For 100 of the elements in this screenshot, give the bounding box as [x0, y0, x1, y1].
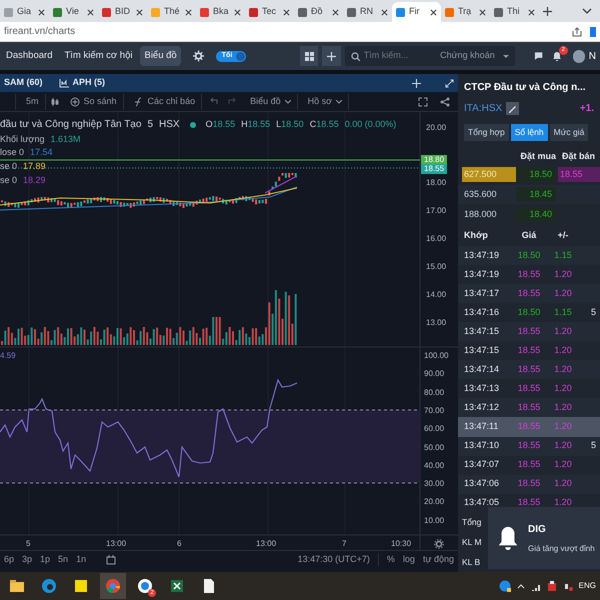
address-bar-url[interactable]: fireant.vn/charts: [4, 24, 76, 39]
notification-toast[interactable]: DIG Giá tăng vượt đỉnh: [488, 507, 600, 569]
edit-button[interactable]: [506, 102, 520, 115]
chevron-up-icon[interactable]: [516, 583, 525, 589]
order-volume: 627.500: [462, 167, 516, 182]
close-icon[interactable]: [136, 8, 143, 16]
chat-icon[interactable]: [534, 51, 544, 61]
close-icon[interactable]: [332, 8, 339, 16]
nav-tab[interactable]: Tìm kiếm cơ hội: [60, 46, 136, 66]
panel-tab[interactable]: Mức giá: [550, 124, 588, 141]
tab-title: RN: [360, 5, 374, 18]
axis-label: 14.00: [426, 289, 446, 301]
function-icon: [134, 96, 144, 106]
order-volume: 635.600: [463, 188, 498, 201]
scale-button[interactable]: tự động: [422, 552, 454, 566]
trade-row[interactable]: 13:47:11 18.55 1.20: [458, 417, 600, 436]
column-header: Đặt mua: [519, 150, 556, 164]
trade-row[interactable]: 13:47:19 18.50 1.15: [458, 246, 600, 265]
trade-row[interactable]: 13:47:17 18.55 1.20: [458, 284, 600, 304]
close-icon[interactable]: [283, 8, 290, 16]
range-button[interactable]: 1p: [40, 552, 50, 566]
folder-icon: [9, 578, 25, 594]
ohlc-value: O18.55: [206, 118, 236, 131]
bell-icon[interactable]: [552, 50, 562, 62]
indicator-value: 17.89: [23, 160, 46, 173]
category-dropdown[interactable]: Chứng khoán: [440, 49, 495, 63]
close-icon[interactable]: [38, 8, 45, 16]
axis-label: 30.00: [424, 478, 444, 490]
help-icon[interactable]: [498, 580, 511, 592]
trade-row[interactable]: 13:47:15 18.55 1.20: [458, 322, 600, 342]
app-tray-icon[interactable]: [546, 581, 557, 591]
range-button[interactable]: 1n: [76, 552, 86, 566]
site-icon: [4, 8, 13, 16]
nav-tab[interactable]: Biểu đồ: [140, 46, 181, 66]
chart-title: đầu tư và Công nghiệp Tân Tạo: [0, 118, 142, 132]
ohlc-value: H18.55: [241, 118, 270, 131]
trade-row[interactable]: 13:47:06 18.55 1.20: [458, 474, 600, 494]
chart-tab[interactable]: SAM (60): [4, 76, 43, 90]
close-icon[interactable]: [87, 8, 94, 16]
indicator-label: se 0: [0, 160, 18, 173]
add-button[interactable]: [322, 46, 341, 66]
chart-tab[interactable]: APH (5): [72, 76, 106, 90]
scale-button[interactable]: log: [402, 552, 415, 566]
extension-icon[interactable]: [590, 26, 596, 36]
fullscreen-icon[interactable]: [418, 96, 428, 106]
candlestick-icon[interactable]: [50, 96, 60, 106]
grid-button[interactable]: [300, 46, 318, 66]
company-name: CTCP Đầu tư và Công n...: [463, 81, 587, 95]
close-icon[interactable]: [528, 8, 535, 16]
time-label: 5: [26, 538, 30, 550]
trade-row[interactable]: 13:47:12 18.55 1.20: [458, 398, 600, 418]
browser-tab[interactable]: Fir: [392, 2, 441, 22]
indicator-label: lose 0: [0, 146, 24, 159]
plus-icon[interactable]: [412, 78, 421, 88]
range-button[interactable]: 6p: [4, 552, 14, 566]
time-label: 13:00: [256, 538, 276, 550]
close-icon[interactable]: [479, 8, 486, 16]
trade-row[interactable]: 13:47:14 18.55 1.20: [458, 360, 600, 380]
symbol-label: ITA:HSX: [464, 102, 502, 116]
user-name[interactable]: N: [588, 48, 596, 64]
calendar-icon[interactable]: [106, 554, 116, 564]
search-field[interactable]: Tìm kiếm... Chứng khoán: [344, 46, 515, 66]
range-button[interactable]: 5n: [58, 552, 68, 566]
settings-icon[interactable]: [434, 539, 444, 549]
toolbar-button[interactable]: 5m: [20, 94, 46, 110]
language-indicator[interactable]: ENG: [578, 580, 596, 592]
panel-tab[interactable]: Sổ lệnh: [510, 124, 548, 141]
close-icon[interactable]: [185, 8, 192, 16]
toolbar-button[interactable]: Các chỉ báo: [128, 94, 202, 110]
close-icon[interactable]: [430, 8, 437, 16]
undo-icon[interactable]: [210, 97, 220, 106]
new-tab-icon[interactable]: [543, 7, 552, 16]
column-header: Khớp: [463, 229, 489, 242]
axis-label: 17.00: [426, 205, 446, 217]
tab-title: Bka: [213, 5, 230, 18]
trade-row[interactable]: 13:47:10 18.55 1.20 5: [458, 436, 600, 456]
range-button[interactable]: 3p: [22, 552, 32, 566]
toolbar-button[interactable]: Hồ sơ: [302, 94, 350, 110]
close-icon[interactable]: [381, 8, 388, 16]
site-icon: [494, 8, 503, 16]
avatar[interactable]: [572, 50, 585, 62]
toolbar-button[interactable]: So sánh: [64, 94, 124, 110]
scale-button[interactable]: %: [386, 552, 395, 566]
document-icon: [201, 578, 217, 594]
share-icon[interactable]: [572, 26, 582, 36]
expand-icon[interactable]: [445, 78, 454, 88]
ohlc-value: C18.55: [310, 118, 339, 131]
pencil-icon: [508, 104, 518, 113]
axis-label: 80.00: [424, 386, 444, 399]
spreadsheet-icon: [169, 578, 185, 594]
grid-icon: [304, 52, 314, 60]
chevron-down-icon[interactable]: [582, 8, 592, 14]
close-icon[interactable]: [234, 8, 241, 16]
nav-tab[interactable]: Dashboard: [2, 46, 56, 66]
panel-tab[interactable]: Tổng hợp: [464, 124, 509, 141]
share-icon[interactable]: [440, 96, 450, 106]
column-header: +/-: [556, 229, 570, 242]
ask-price: 18.55: [558, 167, 600, 182]
settings-icon[interactable]: [192, 50, 204, 62]
toolbar-button[interactable]: Biểu đồ: [244, 94, 298, 110]
